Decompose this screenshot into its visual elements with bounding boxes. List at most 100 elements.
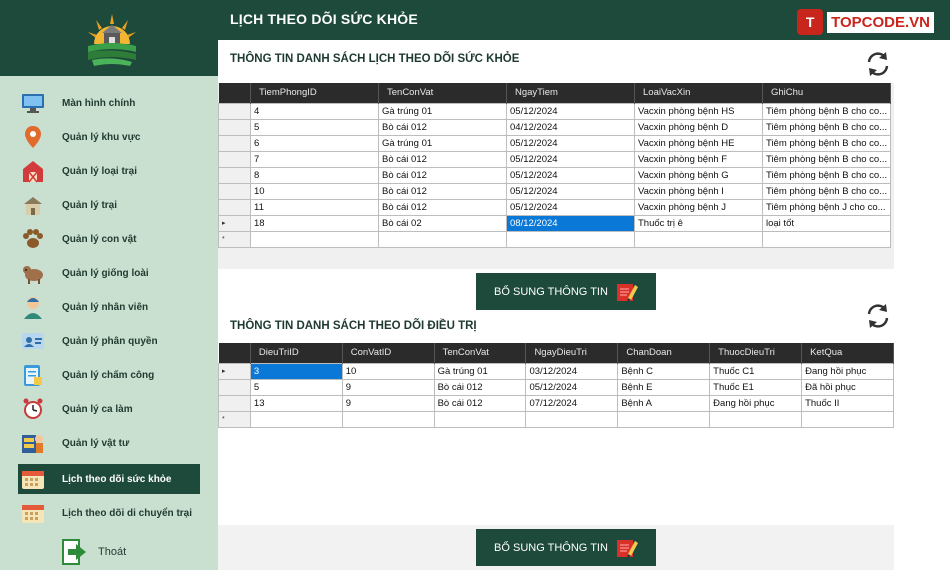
table-cell[interactable]: Thuốc trị ê <box>634 214 763 232</box>
column-header[interactable]: DieuTriID <box>250 343 343 363</box>
table-row[interactable]: ▸ 3 10 Gà trúng 01 03/12/2024 Bệnh C Thu… <box>218 362 894 380</box>
table-row[interactable]: 8 Bò cái 012 05/12/2024 Vacxin phòng bện… <box>218 166 892 184</box>
sidebar-item-health-schedule[interactable]: Lịch theo dõi sức khỏe <box>18 464 200 494</box>
table-cell[interactable]: 07/12/2024 <box>525 394 619 412</box>
new-row-marker[interactable]: * <box>218 230 251 248</box>
table-cell[interactable]: Tiêm phòng bệnh J cho co... <box>761 198 892 216</box>
table-cell[interactable]: Bò cái 012 <box>378 118 507 136</box>
table-cell[interactable]: 05/12/2024 <box>506 150 635 168</box>
table-cell[interactable]: Thuốc II <box>801 394 894 412</box>
table-cell[interactable]: 8 <box>250 166 379 184</box>
add-treatment-info-button[interactable]: BỔ SUNG THÔNG TIN <box>476 529 656 566</box>
table-cell[interactable]: Gà trúng 01 <box>433 362 527 380</box>
table-row[interactable]: 5 9 Bò cái 012 05/12/2024 Bệnh E Thuốc E… <box>218 378 894 396</box>
table-cell[interactable]: Tiêm phòng bệnh B cho co... <box>761 134 892 152</box>
column-header[interactable]: NgayTiem <box>506 83 635 103</box>
table-cell[interactable]: 13 <box>249 394 343 412</box>
table-cell[interactable]: 18 <box>250 214 379 232</box>
table-cell[interactable]: 7 <box>250 150 379 168</box>
sidebar-item-areas[interactable]: Quản lý khu vực <box>18 122 200 152</box>
table-cell[interactable] <box>761 230 892 248</box>
table-cell[interactable] <box>525 410 619 428</box>
sidebar-item-farm-types[interactable]: Quản lý loại trại <box>18 156 200 186</box>
table-cell[interactable] <box>249 410 343 428</box>
sidebar-item-farms[interactable]: Quản lý trại <box>18 190 200 220</box>
row-header[interactable] <box>218 134 251 152</box>
table-cell[interactable]: loại tốt <box>761 214 892 232</box>
table-cell[interactable]: Vacxin phòng bệnh J <box>634 198 763 216</box>
table-cell[interactable]: Bò cái 012 <box>378 198 507 216</box>
table-cell[interactable]: 9 <box>341 378 435 396</box>
table-cell[interactable]: Thuốc C1 <box>709 362 803 380</box>
table-cell[interactable]: 10 <box>250 182 379 200</box>
column-header[interactable]: ConVatID <box>342 343 435 363</box>
row-header[interactable] <box>218 182 251 200</box>
sidebar-item-permissions[interactable]: Quản lý phân quyền <box>18 326 200 356</box>
table-cell[interactable]: Tiêm phòng bệnh B cho co... <box>761 102 892 120</box>
table-cell[interactable]: 03/12/2024 <box>525 362 619 380</box>
table-cell[interactable]: Vacxin phòng bệnh D <box>634 118 763 136</box>
new-row[interactable]: * <box>218 410 894 428</box>
column-header[interactable]: GhiChu <box>762 83 892 103</box>
table-cell[interactable]: 05/12/2024 <box>506 102 635 120</box>
table-cell[interactable] <box>250 230 379 248</box>
table-cell[interactable] <box>378 230 507 248</box>
table-cell[interactable]: Gà trúng 01 <box>378 102 507 120</box>
exit-button[interactable]: Thoát <box>62 538 126 566</box>
column-header[interactable]: TenConVat <box>434 343 527 363</box>
table-cell[interactable]: Bò cái 012 <box>433 378 527 396</box>
table-row[interactable]: 11 Bò cái 012 05/12/2024 Vacxin phòng bệ… <box>218 198 892 216</box>
table-cell[interactable]: Tiêm phòng bệnh B cho co... <box>761 150 892 168</box>
column-header[interactable]: NgayDieuTri <box>525 343 619 363</box>
sidebar-item-breeds[interactable]: Quản lý giống loài <box>18 258 200 288</box>
table-cell[interactable]: Vacxin phòng bệnh HS <box>634 102 763 120</box>
table-cell[interactable]: 05/12/2024 <box>525 378 619 396</box>
sidebar-item-shifts[interactable]: Quản lý ca làm <box>18 394 200 424</box>
table-cell[interactable]: 05/12/2024 <box>506 198 635 216</box>
table-cell[interactable]: Bệnh E <box>617 378 711 396</box>
table-cell[interactable]: 6 <box>250 134 379 152</box>
add-info-button[interactable]: BỔ SUNG THÔNG TIN <box>476 273 656 310</box>
table-cell[interactable]: Bệnh C <box>617 362 711 380</box>
new-row[interactable]: * <box>218 230 892 248</box>
row-header[interactable] <box>218 198 251 216</box>
table-cell[interactable] <box>709 410 803 428</box>
table-cell[interactable]: 05/12/2024 <box>506 134 635 152</box>
table-cell[interactable]: Thuốc E1 <box>709 378 803 396</box>
column-header[interactable]: LoaiVacXin <box>634 83 763 103</box>
column-header[interactable]: TenConVat <box>378 83 507 103</box>
table-row[interactable]: 7 Bò cái 012 05/12/2024 Vacxin phòng bện… <box>218 150 892 168</box>
table-cell[interactable]: 04/12/2024 <box>506 118 635 136</box>
selected-cell[interactable]: 08/12/2024 <box>506 214 635 232</box>
row-header[interactable] <box>218 102 251 120</box>
row-header[interactable] <box>218 394 251 412</box>
row-header[interactable] <box>218 378 251 396</box>
table-cell[interactable]: Bò cái 012 <box>378 150 507 168</box>
table-cell[interactable]: Tiêm phòng bệnh B cho co... <box>761 182 892 200</box>
table-cell[interactable]: Vacxin phòng bệnh G <box>634 166 763 184</box>
table-row[interactable]: 6 Gà trúng 01 05/12/2024 Vacxin phòng bệ… <box>218 134 892 152</box>
row-header[interactable] <box>218 118 251 136</box>
row-header[interactable] <box>218 150 251 168</box>
table-cell[interactable]: Tiêm phòng bệnh B cho co... <box>761 118 892 136</box>
table-cell[interactable]: 9 <box>341 394 435 412</box>
current-row-marker[interactable]: ▸ <box>218 214 251 232</box>
sidebar-item-home[interactable]: Màn hình chính <box>18 88 200 118</box>
table-cell[interactable]: Vacxin phòng bệnh HE <box>634 134 763 152</box>
table-cell[interactable]: 5 <box>249 378 343 396</box>
table-cell[interactable]: Vacxin phòng bệnh F <box>634 150 763 168</box>
table-cell[interactable]: Tiêm phòng bệnh B cho co... <box>761 166 892 184</box>
table-row[interactable]: 13 9 Bò cái 012 07/12/2024 Bệnh A Đang h… <box>218 394 894 412</box>
new-row-marker[interactable]: * <box>218 410 251 428</box>
table-cell[interactable]: Đã hồi phục <box>801 378 894 396</box>
table-cell[interactable]: 10 <box>341 362 435 380</box>
table-cell[interactable]: 4 <box>250 102 379 120</box>
table-cell[interactable]: Bò cái 012 <box>378 166 507 184</box>
sidebar-item-attendance[interactable]: Quản lý chấm công <box>18 360 200 390</box>
row-header[interactable] <box>218 166 251 184</box>
sidebar-item-supplies[interactable]: Quản lý vật tư <box>18 428 200 458</box>
current-row-marker[interactable]: ▸ <box>218 362 251 380</box>
table-cell[interactable]: 11 <box>250 198 379 216</box>
sidebar-item-relocation-schedule[interactable]: Lịch theo dõi di chuyển trại <box>18 498 200 528</box>
table-cell[interactable]: 5 <box>250 118 379 136</box>
